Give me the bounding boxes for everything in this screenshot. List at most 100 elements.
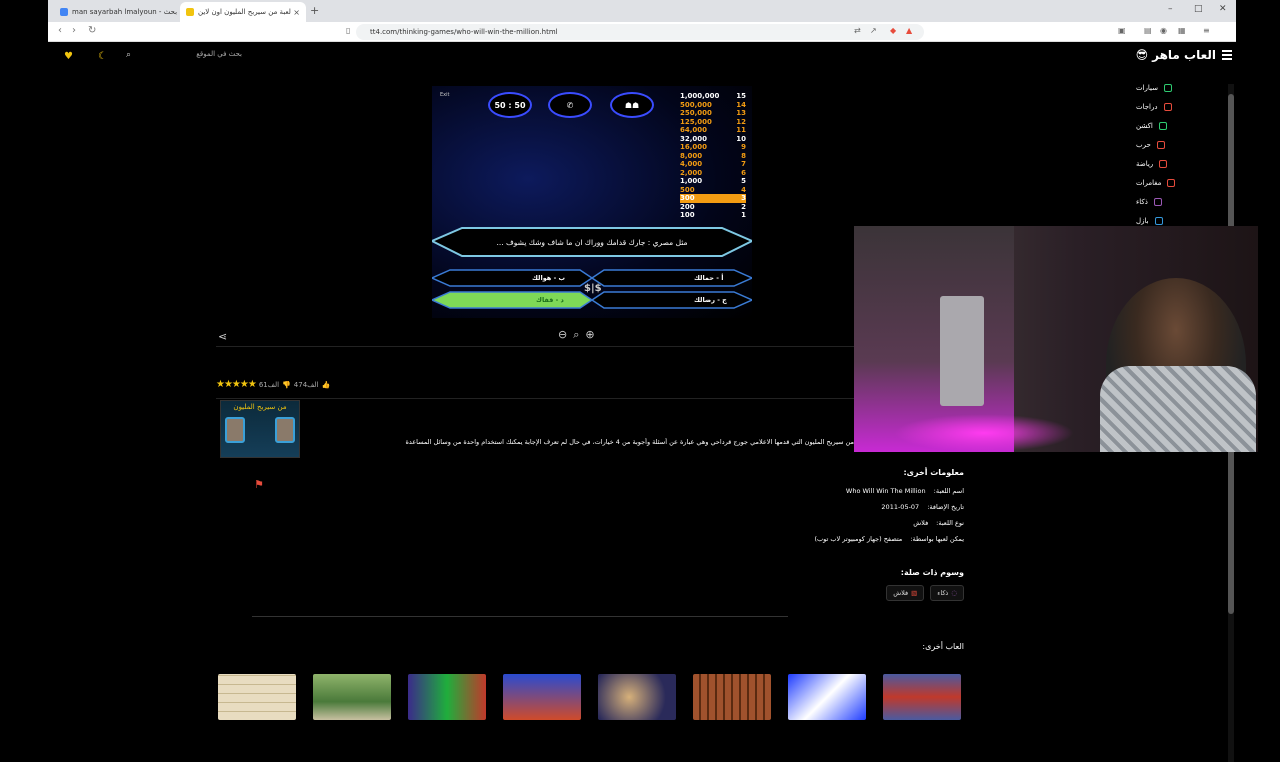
translate-icon[interactable]: ⇄ xyxy=(854,26,861,35)
answer-c[interactable]: ج - رضالك xyxy=(694,296,727,304)
share-page-icon[interactable]: ↗ xyxy=(870,26,877,35)
brand-text: العاب ماهر xyxy=(1152,48,1216,62)
sports-icon xyxy=(1159,159,1168,168)
nav-item-intelligence[interactable]: ذكاء xyxy=(1136,192,1236,211)
brain-icon: ◌ xyxy=(951,589,957,597)
divider xyxy=(252,616,788,617)
like-count: 474الف xyxy=(293,380,319,389)
rating-bar: ★★★★★ 61الف 👎 474الف 👍 xyxy=(216,379,330,390)
adventure-icon xyxy=(1167,178,1176,187)
tab-game[interactable]: لعبة من سيربح المليون اون لاين × xyxy=(180,2,306,22)
share-icon[interactable]: ⋖ xyxy=(218,330,227,343)
action-icon xyxy=(1158,121,1167,130)
game-thumb-lines[interactable] xyxy=(788,674,866,720)
more-games-list xyxy=(218,674,961,720)
thumbs-down-icon[interactable]: 👎 xyxy=(282,381,291,389)
tag-flash[interactable]: ▧ فلاش xyxy=(886,585,925,601)
tab-title: لعبة من سيربح المليون اون لاين xyxy=(198,8,291,16)
game-thumb-quiz[interactable] xyxy=(598,674,676,720)
flash-icon: ▧ xyxy=(911,589,918,597)
more-games-heading: العاب أخرى: xyxy=(922,642,964,651)
favorites-heart-icon[interactable]: ♥ xyxy=(64,51,73,62)
info-row: يمكن لعبها بواسطة: متصفح (جهاز كومبيوتر ل… xyxy=(814,535,964,543)
address-bar[interactable]: tt4.com/thinking-games/who-will-win-the-… xyxy=(356,24,924,40)
host-face-right xyxy=(275,417,295,443)
thumbnail-title: من سيربح المليون xyxy=(233,403,287,411)
answer-b[interactable]: ب - هوالك xyxy=(532,274,565,282)
dark-mode-moon-icon[interactable]: ☾ xyxy=(98,51,107,62)
info-row: اسم اللعبة: Who Will Win The Million xyxy=(845,487,964,495)
question-text: مثل مصري : جارك قدامك ووراك ان ما شاف وش… xyxy=(496,238,688,247)
nav-item-adventure[interactable]: مغامرات xyxy=(1136,173,1236,192)
minimize-button[interactable]: – xyxy=(1168,4,1173,14)
dislike-count: 61الف xyxy=(258,380,280,389)
webcam-overlay xyxy=(854,226,1258,452)
browser-toolbar: ‹ › ↻ ▯ tt4.com/thinking-games/who-will-… xyxy=(48,22,1236,42)
game-info: معلومات أخرى: اسم اللعبة: Who Will Win Th… xyxy=(704,468,964,551)
brave-rewards-icon[interactable]: ▲ xyxy=(906,26,912,35)
tab-title: man sayarbah lmalyoun - بحث Goog xyxy=(72,8,178,16)
sunglasses-emoji-icon: 😎 xyxy=(1135,48,1149,62)
close-tab-icon[interactable]: × xyxy=(293,8,300,17)
divider xyxy=(216,346,856,347)
reload-icon[interactable]: ↻ xyxy=(88,25,96,36)
maximize-button[interactable]: □ xyxy=(1194,4,1203,14)
nav-item-cars[interactable]: سيارات xyxy=(1136,78,1236,97)
game-thumb-blocks[interactable] xyxy=(408,674,486,720)
answer-d[interactable]: د - قفاك xyxy=(536,296,564,304)
screen-margin-left xyxy=(0,0,48,720)
brain-icon xyxy=(1153,197,1162,206)
game-thumb-maze[interactable] xyxy=(693,674,771,720)
bike-icon xyxy=(1163,102,1172,111)
brave-shield-icon[interactable]: ◆ xyxy=(890,26,896,35)
new-tab-button[interactable]: + xyxy=(310,4,319,17)
bookmark-icon[interactable]: ▯ xyxy=(346,26,350,35)
back-icon[interactable]: ‹ xyxy=(58,25,62,36)
menu-icon[interactable]: ≡ xyxy=(1203,26,1210,35)
game-thumbnail: من سيربح المليون xyxy=(220,400,300,458)
puzzle-icon xyxy=(1154,216,1163,225)
tags-heading: وسوم ذات صلة: xyxy=(900,568,964,577)
info-row: نوع اللعبة: فلاش xyxy=(913,519,964,527)
tab-google-search[interactable]: man sayarbah lmalyoun - بحث Goog × xyxy=(54,2,178,22)
nav-item-bikes[interactable]: دراجات xyxy=(1136,97,1236,116)
profile-icon[interactable]: ◉ xyxy=(1160,26,1167,35)
site-search-input[interactable]: بحث في الموقع xyxy=(122,50,242,64)
game-thumb-tracks[interactable] xyxy=(503,674,581,720)
game-thumb-sudoku[interactable] xyxy=(218,674,296,720)
webcam-person-shirt xyxy=(1100,366,1256,452)
zoom-out-icon[interactable]: ⊖ xyxy=(558,328,567,342)
divider xyxy=(216,398,856,399)
nav-item-action[interactable]: اكشن xyxy=(1136,116,1236,135)
info-heading: معلومات أخرى: xyxy=(903,468,964,477)
site-brand[interactable]: العاب ماهر 😎 xyxy=(1136,48,1216,62)
extensions-icon[interactable]: ▣ xyxy=(1118,26,1126,35)
tag-intelligence[interactable]: ◌ ذكاء xyxy=(930,585,964,601)
star-rating[interactable]: ★★★★★ xyxy=(216,379,257,390)
report-flag-icon[interactable]: ⚑ xyxy=(254,478,264,491)
game-thumb-landscape[interactable] xyxy=(313,674,391,720)
tab-bar: man sayarbah lmalyoun - بحث Goog × لعبة … xyxy=(48,0,1236,22)
site-icon xyxy=(186,8,194,16)
sidebar-icon[interactable]: ▤ xyxy=(1144,26,1152,35)
close-window-button[interactable]: ✕ xyxy=(1219,4,1227,14)
war-icon xyxy=(1156,140,1165,149)
game-description: من سيربح المليون التي قدمها الاعلامي جور… xyxy=(405,438,854,446)
wallet-icon[interactable]: ▦ xyxy=(1178,26,1186,35)
nav-item-sports[interactable]: رياضة xyxy=(1136,154,1236,173)
category-nav: سيارات دراجات اكشن حرب رياضة مغامرات ذكا… xyxy=(1136,78,1236,230)
webcam-monitor xyxy=(940,296,984,406)
thumbs-up-icon[interactable]: 👍 xyxy=(322,381,331,389)
nav-item-war[interactable]: حرب xyxy=(1136,135,1236,154)
related-tags: وسوم ذات صلة: ◌ ذكاء ▧ فلاش xyxy=(886,568,964,601)
zoom-reset-icon[interactable]: ⌕ xyxy=(573,328,579,342)
game-thumb-arcade[interactable] xyxy=(883,674,961,720)
zoom-in-icon[interactable]: ⊕ xyxy=(585,328,594,342)
url-text: tt4.com/thinking-games/who-will-win-the-… xyxy=(370,28,558,36)
forward-icon[interactable]: › xyxy=(72,25,76,36)
webcam-led-glow xyxy=(894,414,1074,452)
answer-a[interactable]: أ - حمالك xyxy=(694,274,723,282)
money-logo: $|$ xyxy=(584,283,602,294)
hamburger-menu-icon[interactable] xyxy=(1222,50,1232,62)
game-canvas[interactable]: Exit 50 : 50 ✆ ☗☗ 1,000,000 15 500,000 14 25… xyxy=(432,86,752,318)
